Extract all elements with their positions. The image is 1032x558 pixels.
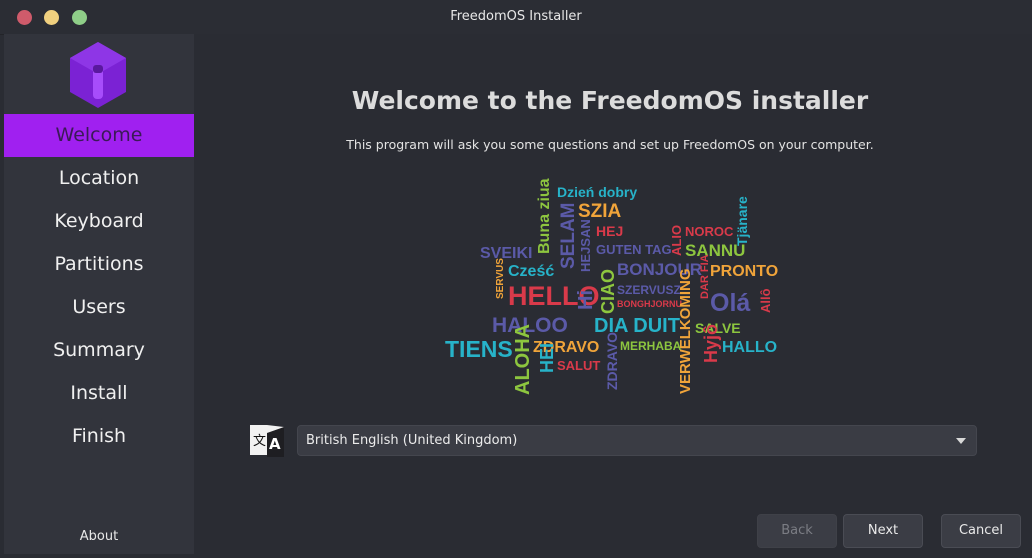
cloud-word: VERWELKOMING xyxy=(677,268,694,394)
cloud-word: SZIA xyxy=(578,201,622,222)
svg-text:文: 文 xyxy=(253,434,266,449)
window-title: FreedomOS Installer xyxy=(450,9,582,24)
sidebar-item-finish[interactable]: Finish xyxy=(4,415,194,458)
cloud-word: Tjänare xyxy=(734,196,750,246)
cloud-word: ZDRAVO xyxy=(604,332,620,390)
cloud-word: HEJ xyxy=(596,223,623,239)
sidebar-item-summary[interactable]: Summary xyxy=(4,329,194,372)
sidebar-item-install[interactable]: Install xyxy=(4,372,194,415)
cloud-word: Olá xyxy=(710,289,750,317)
sidebar-item-keyboard[interactable]: Keyboard xyxy=(4,200,194,243)
cloud-word: MERHABA xyxy=(620,339,682,353)
about-link[interactable]: About xyxy=(4,529,194,544)
page-title: Welcome to the FreedomOS installer xyxy=(351,86,869,115)
sidebar-item-welcome[interactable]: Welcome xyxy=(4,114,194,157)
next-button[interactable]: Next xyxy=(843,514,923,548)
cloud-word: SERVUS xyxy=(495,258,506,299)
hello-word-cloud: Buna ziua Dzień dobry SZIA SELAM Tjänare… xyxy=(444,166,780,398)
translate-icon: 文 A xyxy=(250,423,284,459)
cloud-word: HALLO xyxy=(722,339,777,356)
cancel-button[interactable]: Cancel xyxy=(941,514,1021,548)
cloud-word: ALOHA xyxy=(512,324,534,395)
cloud-word: BONGHJORNU xyxy=(617,299,682,309)
cloud-word: Allô xyxy=(758,288,773,313)
cloud-word: SANNU xyxy=(685,241,745,260)
chevron-down-icon xyxy=(956,438,966,444)
main-panel: Welcome to the FreedomOS installer This … xyxy=(194,34,1032,558)
sidebar: Welcome Location Keyboard Partitions Use… xyxy=(4,34,194,554)
cloud-word: Buna ziua xyxy=(536,178,553,254)
cloud-word: ALIO xyxy=(669,225,684,256)
cloud-word: Dzień dobry xyxy=(557,184,637,200)
cloud-word: PRONTO xyxy=(710,263,778,280)
sidebar-item-users[interactable]: Users xyxy=(4,286,194,329)
cloud-word: SALUT xyxy=(557,358,600,373)
cloud-word: Hi xyxy=(575,290,597,310)
svg-text:A: A xyxy=(269,435,281,453)
cloud-word: CIAO xyxy=(598,269,618,314)
cloud-word: SVEIKI xyxy=(480,245,532,262)
cloud-word: GUTEN TAG xyxy=(596,242,672,257)
cloud-word: Hyjô xyxy=(701,324,721,363)
sidebar-item-location[interactable]: Location xyxy=(4,157,194,200)
cloud-word: Cześć xyxy=(508,263,554,280)
cloud-word: SZERVUSZ xyxy=(617,283,681,297)
cloud-word: HEJSAN xyxy=(578,219,593,272)
language-select-value: British English (United Kingdom) xyxy=(306,433,518,448)
cloud-word: NOROC xyxy=(685,224,734,239)
freedomos-logo xyxy=(67,40,129,110)
back-button[interactable]: Back xyxy=(757,514,837,548)
cloud-word: TIENS xyxy=(445,336,513,362)
cloud-word: HEI xyxy=(537,343,557,373)
sidebar-item-partitions[interactable]: Partitions xyxy=(4,243,194,286)
page-subtitle: This program will ask you some questions… xyxy=(346,137,874,152)
cloud-word: SELAM xyxy=(558,203,579,270)
title-bar: FreedomOS Installer xyxy=(0,0,1032,35)
language-select[interactable]: British English (United Kingdom) xyxy=(297,425,977,456)
